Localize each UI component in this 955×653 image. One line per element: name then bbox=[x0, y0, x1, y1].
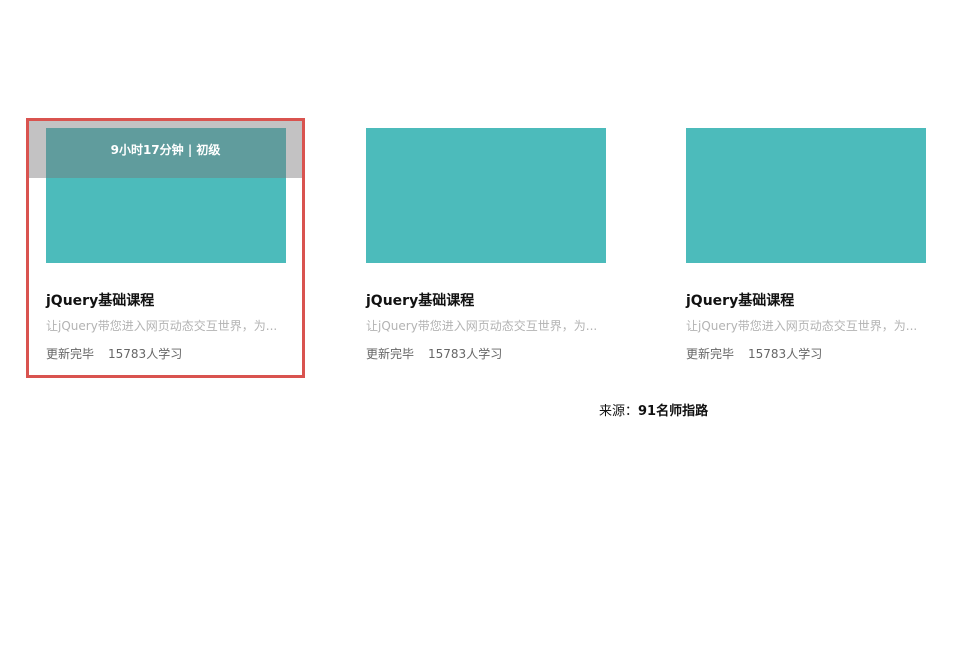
course-card[interactable]: 9小时17分钟 | 初级 jQuery基础课程 让jQuery带您进入网页动态交… bbox=[26, 118, 305, 378]
course-thumbnail[interactable] bbox=[366, 128, 606, 263]
course-info-overlay: 9小时17分钟 | 初级 bbox=[29, 121, 302, 178]
course-learners: 15783人学习 bbox=[428, 347, 503, 361]
course-status: 更新完毕 bbox=[366, 347, 415, 361]
course-list: 9小时17分钟 | 初级 jQuery基础课程 让jQuery带您进入网页动态交… bbox=[0, 0, 955, 653]
course-description: 让jQuery带您进入网页动态交互世界，为... bbox=[46, 319, 278, 333]
course-learners: 15783人学习 bbox=[108, 347, 183, 361]
course-meta: 更新完毕 15783人学习 bbox=[366, 345, 502, 362]
course-card[interactable]: jQuery基础课程 让jQuery带您进入网页动态交互世界，为... 更新完毕… bbox=[346, 118, 625, 378]
course-status: 更新完毕 bbox=[46, 347, 95, 361]
course-thumbnail[interactable] bbox=[686, 128, 926, 263]
course-meta: 更新完毕 15783人学习 bbox=[46, 345, 182, 362]
course-description: 让jQuery带您进入网页动态交互世界，为... bbox=[366, 319, 598, 333]
course-status: 更新完毕 bbox=[686, 347, 735, 361]
course-title[interactable]: jQuery基础课程 bbox=[366, 290, 474, 310]
source-credit: 来源：91名师指路 bbox=[599, 400, 708, 419]
course-card[interactable]: jQuery基础课程 让jQuery带您进入网页动态交互世界，为... 更新完毕… bbox=[666, 118, 945, 378]
course-learners: 15783人学习 bbox=[748, 347, 823, 361]
course-duration-level: 9小时17分钟 | 初级 bbox=[110, 143, 221, 157]
source-name: 91名师指路 bbox=[638, 404, 709, 419]
course-title[interactable]: jQuery基础课程 bbox=[686, 290, 794, 310]
course-title[interactable]: jQuery基础课程 bbox=[46, 290, 154, 310]
course-description: 让jQuery带您进入网页动态交互世界，为... bbox=[686, 319, 918, 333]
source-label: 来源： bbox=[599, 404, 639, 419]
course-meta: 更新完毕 15783人学习 bbox=[686, 345, 822, 362]
